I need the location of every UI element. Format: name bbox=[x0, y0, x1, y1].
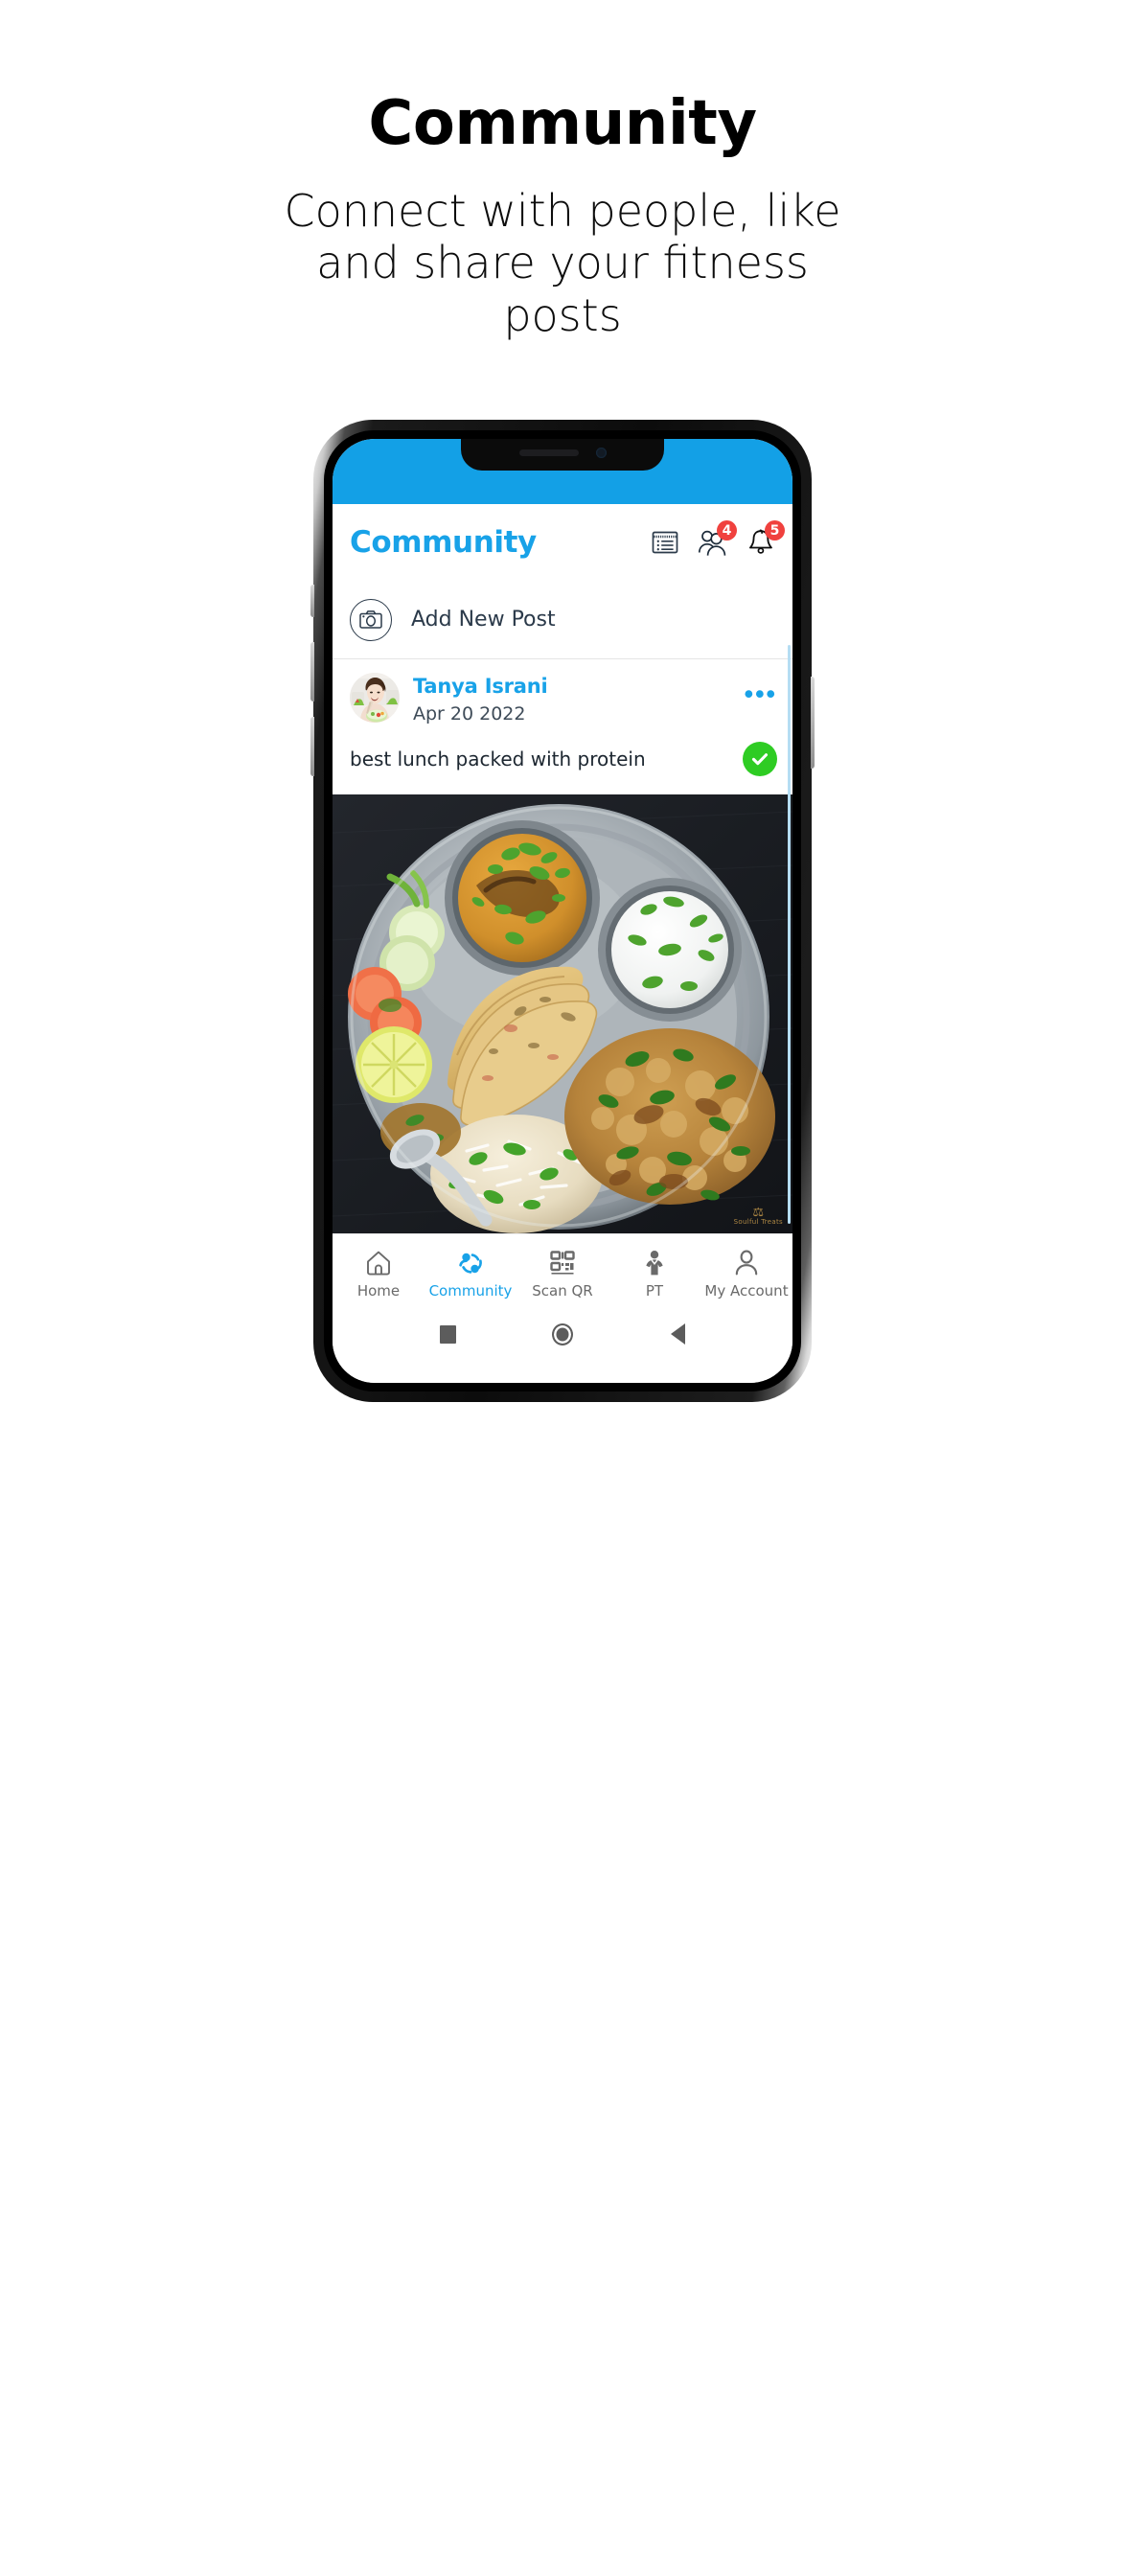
app-header-title: Community bbox=[350, 525, 537, 560]
add-new-post-row[interactable]: Add New Post bbox=[333, 581, 792, 659]
front-camera-icon bbox=[595, 448, 607, 458]
home-icon bbox=[364, 1249, 393, 1277]
friends-icon[interactable]: 4 bbox=[697, 520, 737, 559]
add-new-post-label: Add New Post bbox=[411, 608, 556, 632]
nav-item-home[interactable]: Home bbox=[333, 1234, 425, 1308]
phone-screen: Community 4 5 Add New Post Tanya Israni … bbox=[333, 439, 792, 1383]
notifications-badge-count: 5 bbox=[765, 520, 785, 540]
phone-mockup: Community 4 5 Add New Post Tanya Israni … bbox=[310, 420, 815, 1407]
community-icon bbox=[456, 1249, 485, 1277]
content-scrollbar[interactable] bbox=[788, 645, 791, 1224]
nav-item-pt[interactable]: PT bbox=[608, 1234, 700, 1308]
personal-trainer-icon bbox=[640, 1249, 669, 1277]
camera-icon bbox=[350, 598, 392, 641]
post-options-menu[interactable]: ••• bbox=[745, 673, 777, 706]
recents-square-button[interactable] bbox=[435, 1322, 460, 1346]
post-image[interactable]: ⚖ Soulful Treats bbox=[333, 794, 792, 1233]
nav-label-scan-qr: Scan QR bbox=[532, 1281, 593, 1300]
nav-label-community: Community bbox=[428, 1281, 513, 1300]
watermark-text: Soulful Treats bbox=[733, 1218, 783, 1226]
account-person-icon bbox=[732, 1249, 761, 1277]
bottom-navigation-bar: Home Community Scan QR PT My Account bbox=[333, 1233, 792, 1308]
post-header: Tanya Israni Apr 20 2022 ••• bbox=[333, 660, 792, 734]
nav-item-my-account[interactable]: My Account bbox=[700, 1234, 792, 1308]
post-author-name[interactable]: Tanya Israni bbox=[413, 675, 745, 698]
page-title: Community bbox=[368, 88, 757, 159]
earpiece-speaker-icon bbox=[518, 449, 579, 456]
back-triangle-button[interactable] bbox=[665, 1322, 690, 1346]
promo-header: Community Connect with people, like and … bbox=[0, 0, 1125, 341]
post-caption: best lunch packed with protein bbox=[350, 748, 646, 770]
nav-item-community[interactable]: Community bbox=[425, 1234, 517, 1308]
qr-code-icon bbox=[548, 1249, 577, 1277]
android-system-nav bbox=[333, 1308, 792, 1383]
community-post-card: Tanya Israni Apr 20 2022 ••• best lunch … bbox=[333, 660, 792, 790]
home-circle-button[interactable] bbox=[550, 1322, 575, 1346]
app-header: Community 4 5 bbox=[333, 504, 792, 581]
friends-badge-count: 4 bbox=[717, 520, 737, 540]
post-caption-row: best lunch packed with protein bbox=[333, 734, 792, 790]
page-subtitle: Connect with people, like and share your… bbox=[284, 185, 841, 341]
nav-label-pt: PT bbox=[645, 1281, 664, 1300]
nav-label-my-account: My Account bbox=[704, 1281, 789, 1300]
nav-item-scan-qr[interactable]: Scan QR bbox=[517, 1234, 608, 1308]
phone-notch bbox=[461, 439, 664, 471]
phone-mute-switch[interactable] bbox=[310, 585, 314, 617]
phone-volume-up-button[interactable] bbox=[310, 642, 314, 702]
phone-power-button[interactable] bbox=[811, 677, 815, 769]
phone-volume-down-button[interactable] bbox=[310, 717, 314, 776]
check-circle-icon[interactable] bbox=[743, 742, 777, 776]
nav-label-home: Home bbox=[356, 1281, 401, 1300]
post-date: Apr 20 2022 bbox=[413, 703, 526, 724]
photo-watermark: ⚖ Soulful Treats bbox=[734, 1207, 783, 1226]
feed-list-icon[interactable] bbox=[649, 526, 681, 559]
avatar[interactable] bbox=[350, 673, 400, 723]
header-icon-group: 4 5 bbox=[649, 520, 785, 559]
post-meta: Tanya Israni Apr 20 2022 bbox=[413, 673, 745, 724]
notifications-bell-icon[interactable]: 5 bbox=[745, 520, 785, 559]
